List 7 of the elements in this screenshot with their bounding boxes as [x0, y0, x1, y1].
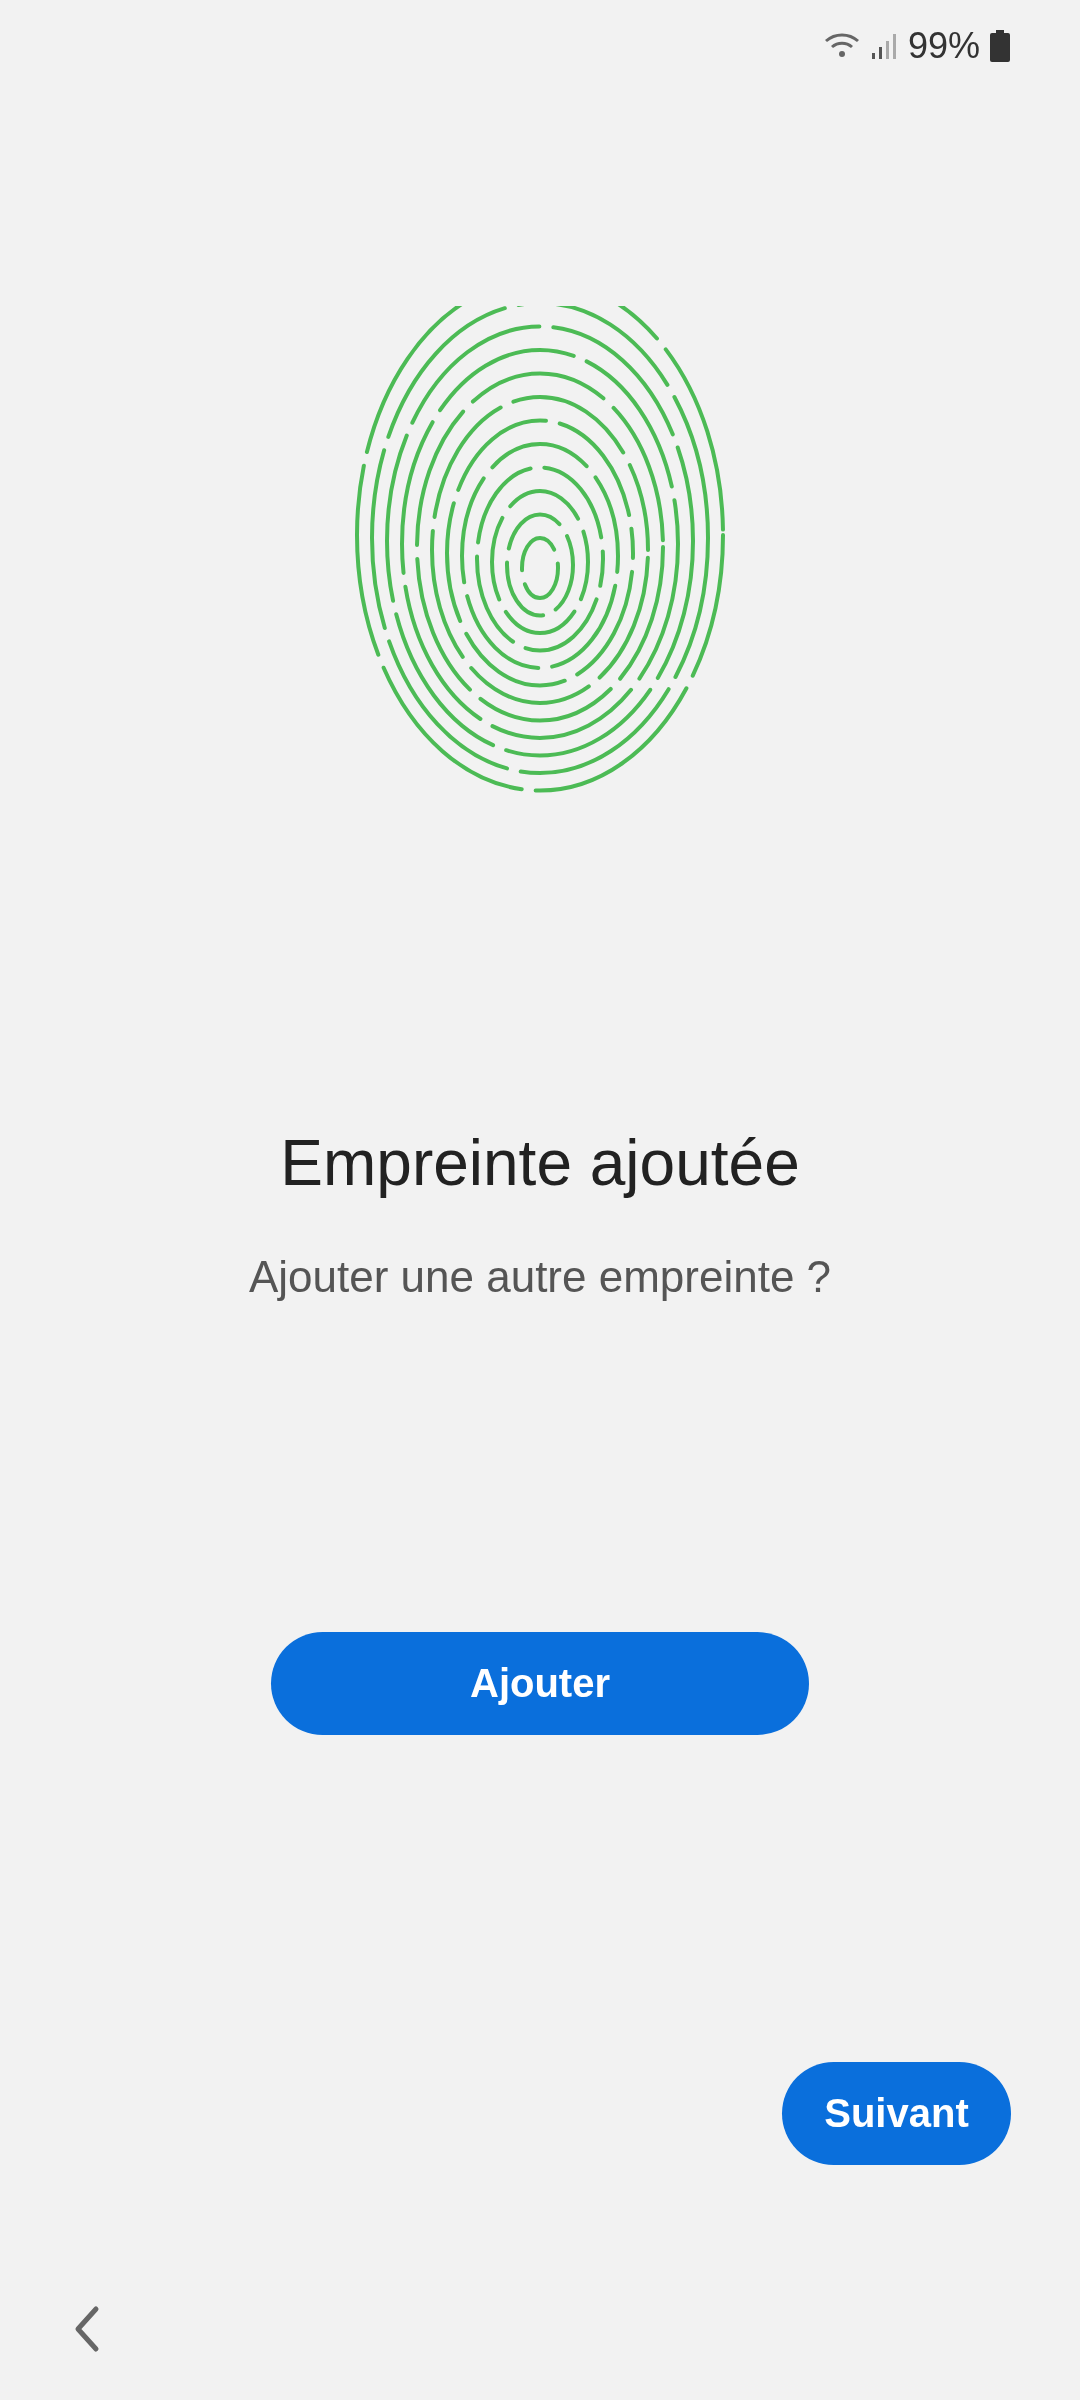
subtitle: Ajouter une autre empreinte ?	[248, 1252, 832, 1302]
battery-icon	[990, 30, 1010, 62]
page-title: Empreinte ajoutée	[280, 1126, 800, 1200]
next-button[interactable]: Suivant	[782, 2062, 1011, 2165]
add-button[interactable]: Ajouter	[271, 1632, 809, 1735]
battery-percentage: 99%	[907, 25, 980, 67]
signal-icon	[869, 31, 898, 61]
